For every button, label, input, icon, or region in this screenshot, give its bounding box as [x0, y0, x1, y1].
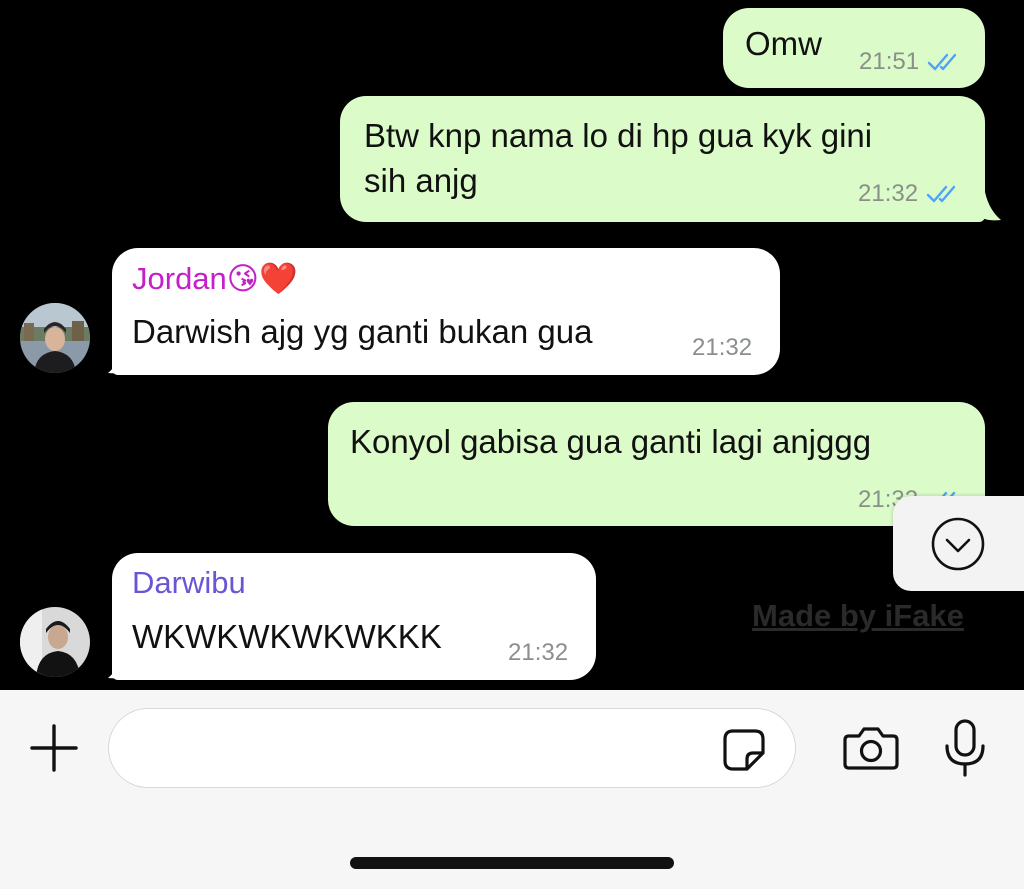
- bubble-tail: [108, 345, 134, 374]
- double-check-icon: [926, 185, 956, 203]
- avatar-darwibu[interactable]: [20, 607, 90, 677]
- message-meta: 21:32: [858, 180, 960, 208]
- message-time: 21:32: [858, 180, 919, 207]
- message-time: 21:32: [508, 639, 569, 666]
- message-bubble-outgoing[interactable]: Konyol gabisa gua ganti lagi anjggg 21:3…: [328, 402, 985, 526]
- home-indicator: [350, 857, 674, 869]
- avatar-photo: [20, 607, 90, 677]
- message-meta: 21:32: [508, 639, 568, 667]
- message-text-line: sih anjg: [364, 162, 478, 199]
- scroll-to-bottom-button[interactable]: [893, 496, 1024, 591]
- sender-name[interactable]: Darwibu: [132, 565, 246, 601]
- message-bubble-outgoing[interactable]: Btw knp nama lo di hp gua kyk gini sih a…: [340, 96, 985, 222]
- sender-name[interactable]: Jordan😘❤️: [132, 260, 298, 297]
- message-text: WKWKWKWKWKKK: [132, 618, 442, 655]
- avatar-jordan[interactable]: [20, 303, 90, 373]
- message-input-bar: [0, 690, 1024, 889]
- camera-icon[interactable]: [843, 724, 899, 772]
- sticker-icon[interactable]: [721, 727, 767, 773]
- double-check-icon: [927, 53, 957, 71]
- message-time: 21:32: [692, 334, 753, 361]
- message-bubble-incoming[interactable]: Darwibu WKWKWKWKWKKK 21:32: [112, 553, 596, 680]
- watermark: Made by iFake: [752, 598, 964, 633]
- message-text: Omw: [745, 25, 822, 62]
- plus-icon[interactable]: [28, 722, 80, 774]
- message-text: Darwish ajg yg ganti bukan gua: [132, 313, 593, 350]
- chat-area[interactable]: Omw 21:51 Btw knp nama lo di hp gua kyk …: [0, 0, 1024, 690]
- message-bubble-incoming[interactable]: Jordan😘❤️ Darwish ajg yg ganti bukan gua…: [112, 248, 780, 375]
- message-text-line: Btw knp nama lo di hp gua kyk gini: [364, 117, 873, 154]
- message-bubble-outgoing[interactable]: Omw 21:51: [723, 8, 985, 88]
- chevron-down-circle-icon: [931, 517, 985, 571]
- bubble-tail: [108, 650, 134, 679]
- bubble-tail: [975, 192, 1001, 221]
- message-text: Konyol gabisa gua ganti lagi anjggg: [350, 423, 872, 460]
- message-meta: 21:32: [692, 334, 752, 362]
- avatar-photo: [20, 303, 90, 373]
- message-time: 21:51: [859, 48, 920, 75]
- message-input[interactable]: [108, 708, 796, 788]
- microphone-icon[interactable]: [942, 718, 988, 778]
- message-meta: 21:51: [859, 48, 961, 76]
